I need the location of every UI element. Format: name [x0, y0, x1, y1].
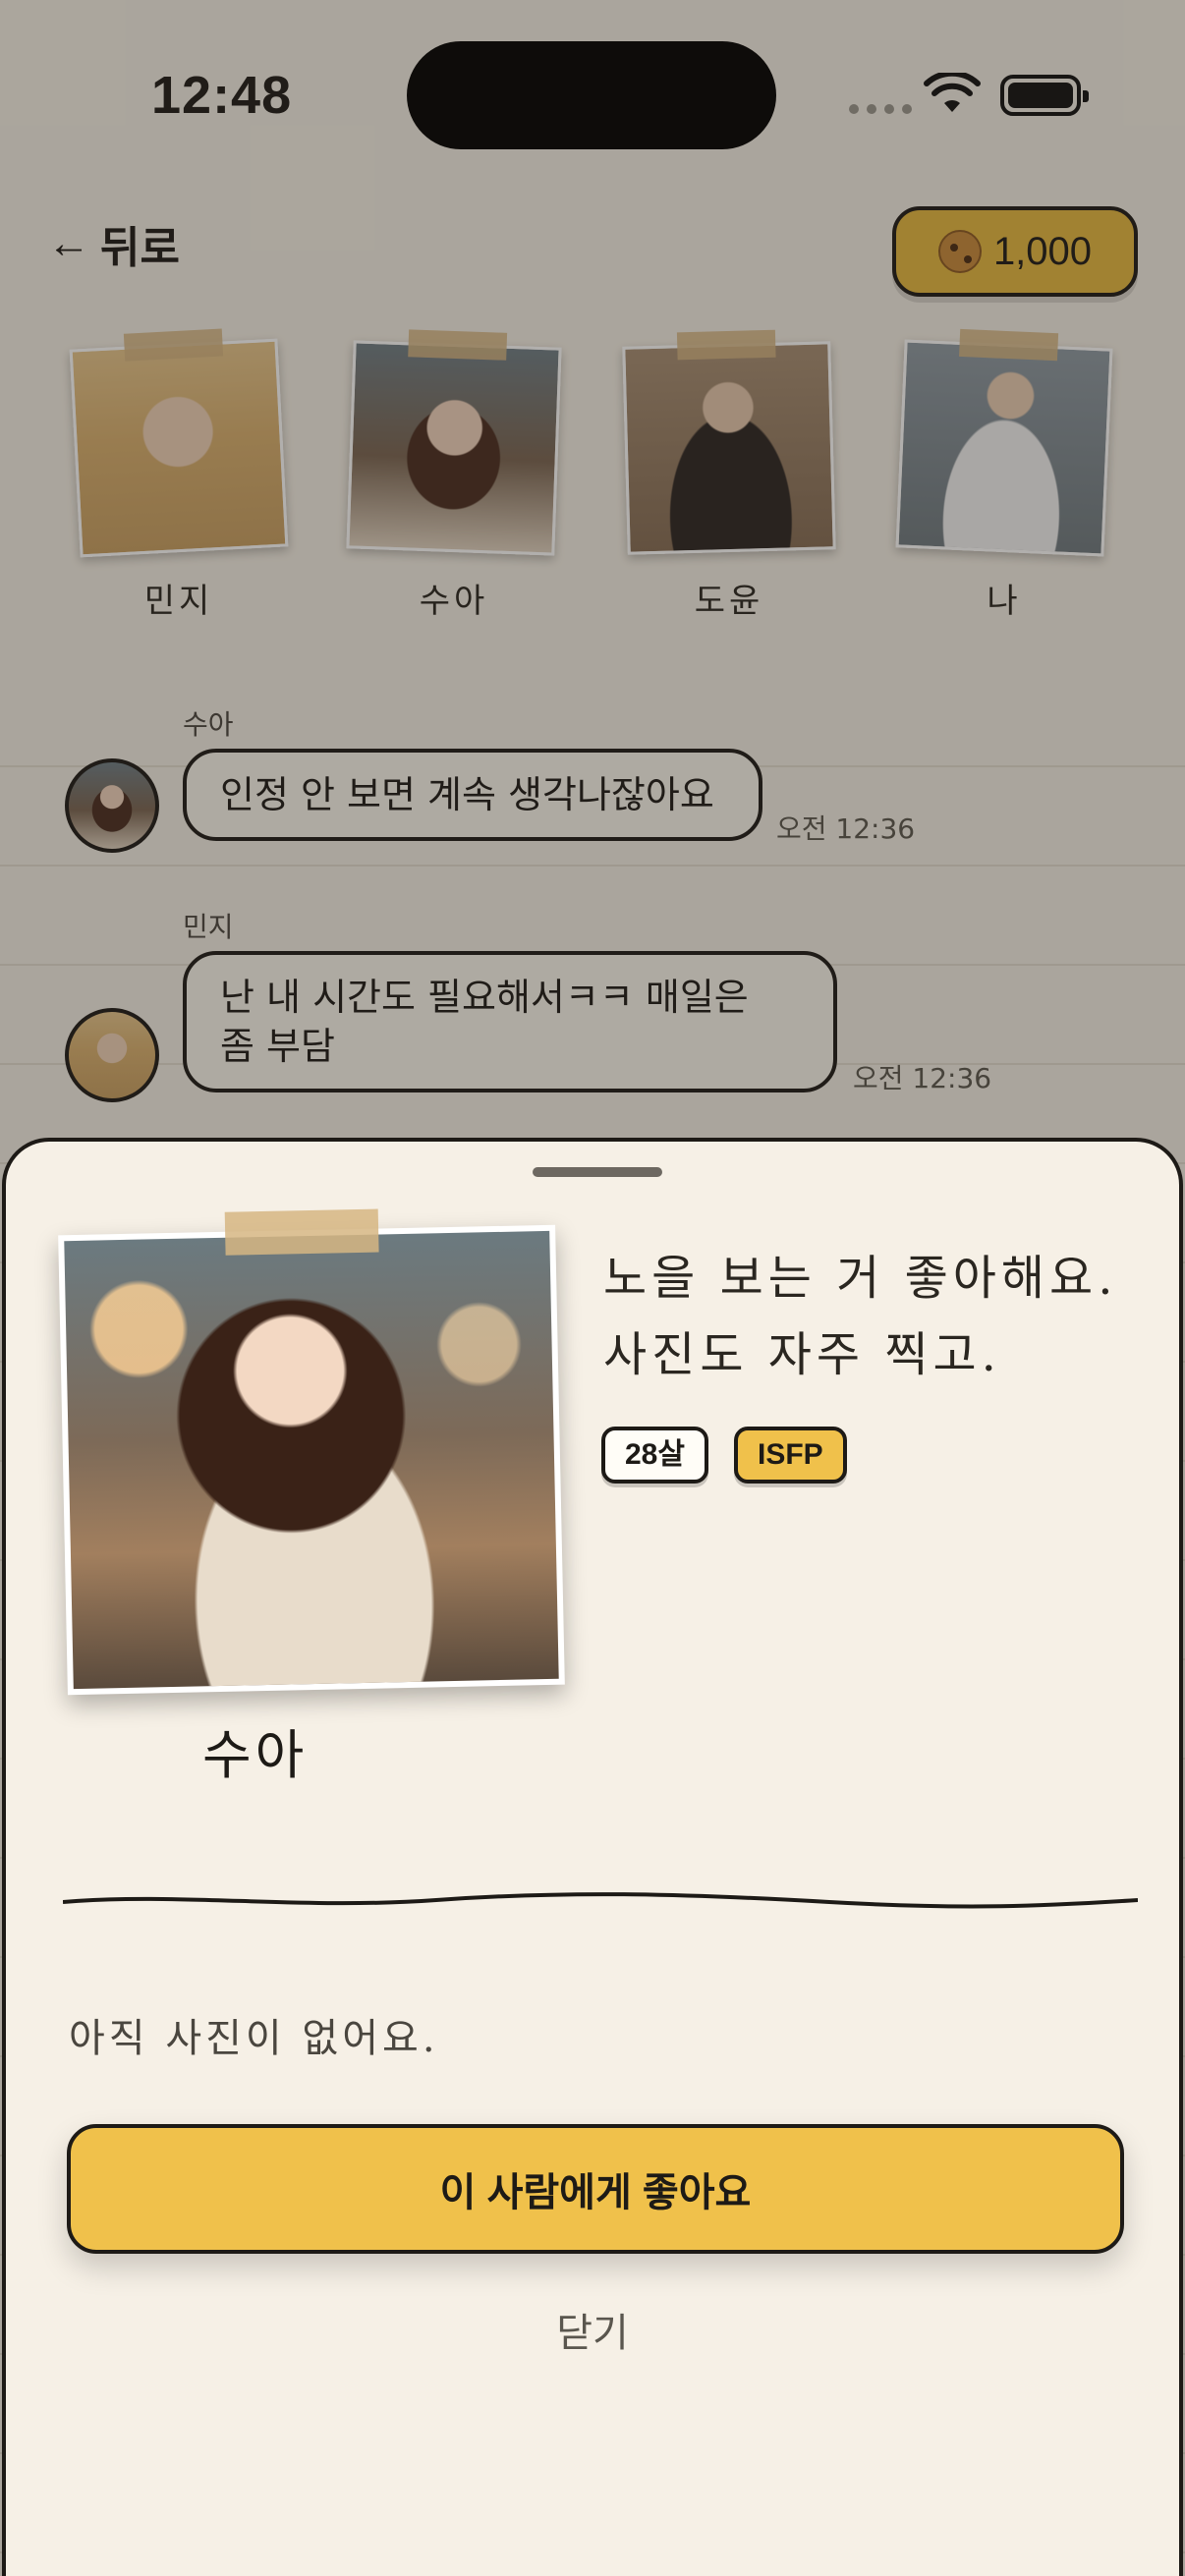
bio-line: 사진도 자주 찍고.: [603, 1327, 1001, 1382]
like-button[interactable]: 이 사람에게 좋아요: [67, 2124, 1124, 2254]
close-button[interactable]: 닫기: [6, 2301, 1179, 2358]
profile-tags: 28살 ISFP: [601, 1427, 847, 1484]
profile-photo: [58, 1208, 565, 1696]
profile-photo-image: [64, 1230, 559, 1690]
sheet-grabber[interactable]: [533, 1167, 662, 1177]
profile-sheet: 수아 노을 보는 거 좋아해요. 사진도 자주 찍고. 28살 ISFP 아직 …: [2, 1138, 1183, 2576]
profile-bio: 노을 보는 거 좋아해요. 사진도 자주 찍고.: [603, 1240, 1154, 1393]
tape: [224, 1208, 379, 1256]
mbti-tag: ISFP: [733, 1427, 847, 1484]
wavy-divider: [63, 1892, 1138, 1909]
age-tag: 28살: [601, 1427, 708, 1484]
profile-name: 수아: [202, 1724, 309, 1786]
empty-photos-text: 아직 사진이 없어요.: [69, 2016, 439, 2061]
bio-line: 노을 보는 거 좋아해요.: [603, 1251, 1118, 1306]
